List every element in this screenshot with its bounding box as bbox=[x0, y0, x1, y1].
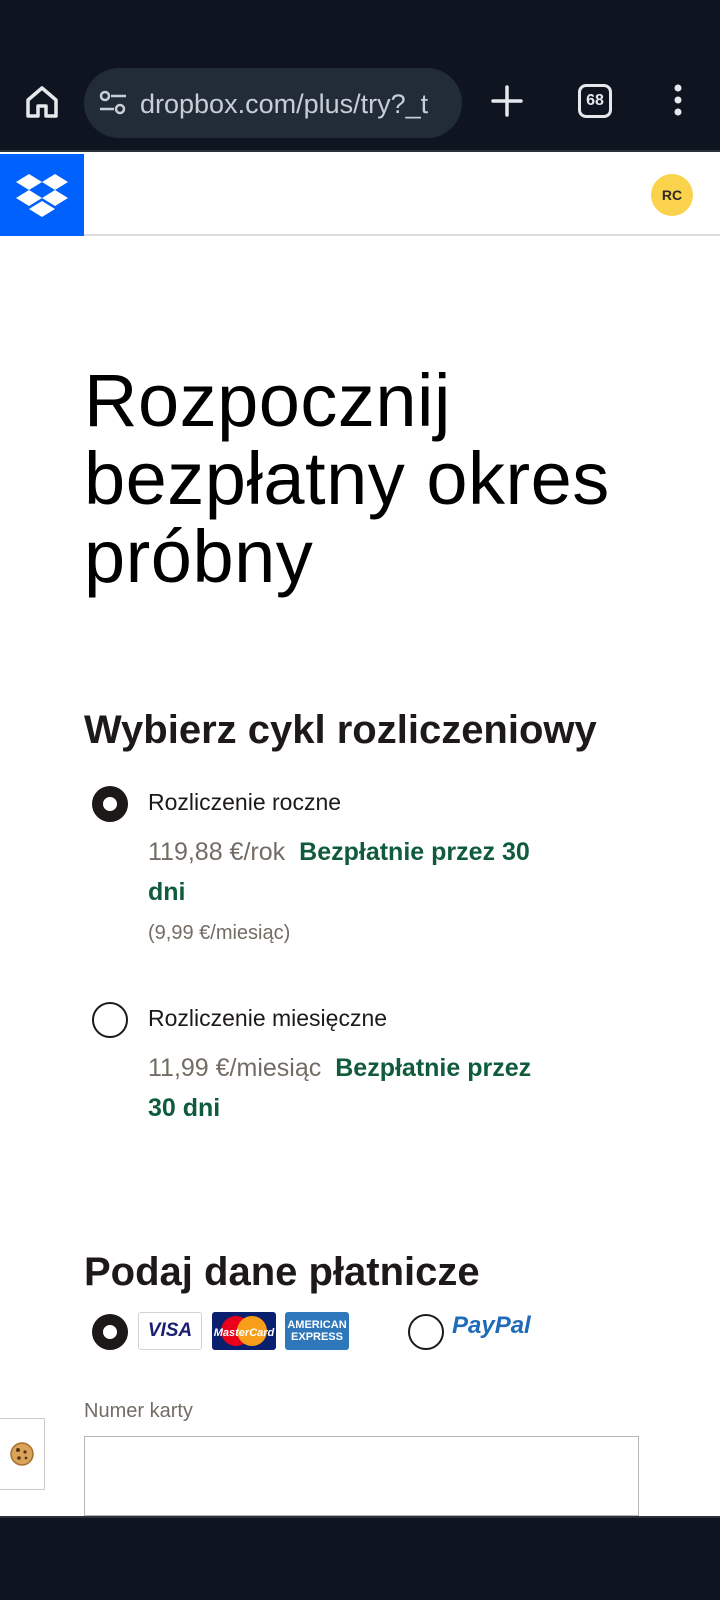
url-text[interactable]: dropbox.com/plus/try?_t bbox=[140, 88, 456, 120]
browser-toolbar: dropbox.com/plus/try?_t 68 bbox=[0, 62, 720, 152]
monthly-equivalent-price: (9,99 €/miesiąc) bbox=[148, 922, 291, 944]
mastercard-logo: MasterCard bbox=[212, 1312, 276, 1350]
option-label-annual[interactable]: Rozliczenie roczne bbox=[148, 787, 341, 817]
more-options-button[interactable] bbox=[666, 80, 690, 120]
home-icon bbox=[26, 86, 58, 118]
address-bar[interactable]: dropbox.com/plus/try?_t bbox=[84, 68, 462, 138]
amex-label: AMERICAN EXPRESS bbox=[287, 1319, 347, 1343]
radio-annual[interactable] bbox=[92, 786, 128, 822]
billing-section-title: Wybierz cykl rozliczeniowy bbox=[84, 708, 597, 752]
cookie-settings-button[interactable] bbox=[0, 1418, 45, 1490]
page-title: Rozpocznij bezpłatny okres próbny bbox=[84, 359, 610, 598]
site-settings-icon[interactable] bbox=[98, 90, 128, 116]
status-bar bbox=[0, 0, 720, 62]
price-annual: 119,88 €/rok Bezpłatnie przez 30 dni bbox=[148, 832, 548, 912]
radio-paypal[interactable] bbox=[408, 1314, 444, 1350]
radio-card-payment[interactable] bbox=[92, 1314, 128, 1350]
amex-logo: AMERICAN EXPRESS bbox=[285, 1312, 349, 1350]
payment-section-title: Podaj dane płatnicze bbox=[84, 1250, 480, 1294]
new-tab-button[interactable] bbox=[488, 82, 526, 120]
plus-icon bbox=[491, 85, 523, 117]
tab-switcher-button[interactable]: 68 bbox=[578, 84, 612, 118]
option-label-monthly[interactable]: Rozliczenie miesięczne bbox=[148, 1003, 387, 1033]
price-monthly: 11,99 €/miesiąc Bezpłatnie przez 30 dni bbox=[148, 1048, 548, 1128]
dropbox-logo[interactable] bbox=[0, 154, 84, 236]
home-button[interactable] bbox=[22, 82, 62, 122]
price-monthly-amount: 11,99 €/miesiąc bbox=[148, 1054, 322, 1082]
card-number-label: Numer karty bbox=[84, 1400, 193, 1422]
site-header: RC bbox=[0, 154, 720, 236]
more-vertical-icon bbox=[674, 84, 682, 116]
radio-monthly[interactable] bbox=[92, 1002, 128, 1038]
cookie-icon bbox=[9, 1442, 34, 1466]
mastercard-label: MasterCard bbox=[214, 1327, 275, 1339]
system-navigation-bar bbox=[0, 1516, 720, 1600]
price-annual-amount: 119,88 €/rok bbox=[148, 838, 286, 866]
mastercard-icon: MasterCard bbox=[214, 1316, 275, 1346]
visa-logo: VISA bbox=[138, 1312, 202, 1350]
card-number-input[interactable] bbox=[84, 1436, 639, 1516]
dropbox-icon bbox=[16, 174, 68, 217]
avatar[interactable]: RC bbox=[651, 174, 693, 216]
paypal-logo[interactable]: PayPal bbox=[452, 1312, 531, 1340]
